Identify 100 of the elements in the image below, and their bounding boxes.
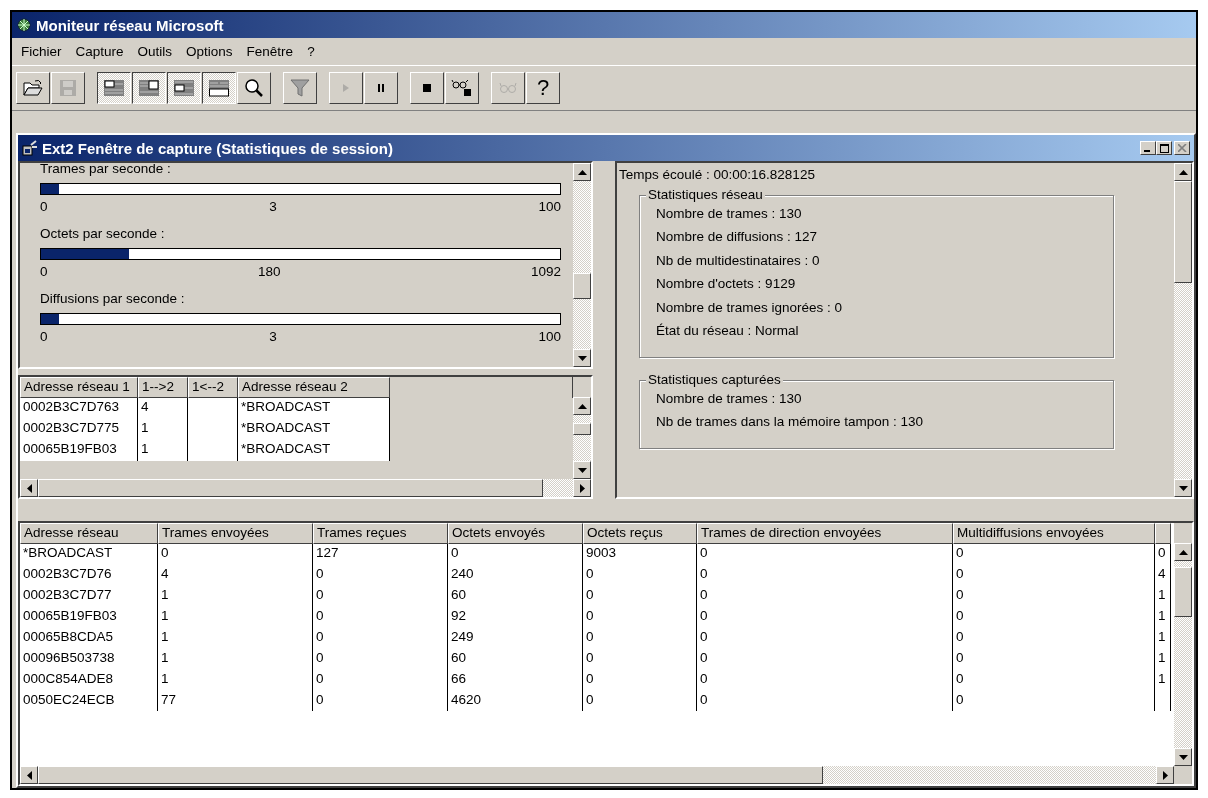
table-cell: 0 (313, 649, 448, 670)
maximize-icon (1159, 143, 1169, 153)
toolbar-button[interactable] (97, 72, 131, 104)
table-cell: 0002B3C7D77 (20, 586, 158, 607)
pane-layout-icon (208, 79, 230, 97)
scale-label: 0 (40, 329, 48, 344)
table-cell: *BROADCAST (238, 419, 390, 440)
close-button[interactable] (1174, 141, 1190, 155)
scrollbar-thumb[interactable] (38, 766, 823, 784)
scrollbar-thumb[interactable] (573, 423, 591, 435)
table-cell: 4620 (448, 691, 583, 711)
column-header[interactable] (1155, 523, 1171, 544)
scroll-up-button[interactable] (1174, 543, 1192, 561)
scroll-down-button[interactable] (573, 349, 591, 367)
table-cell: 4 (158, 565, 313, 586)
scroll-right-button[interactable] (573, 479, 591, 497)
scale-label: 3 (269, 199, 277, 214)
column-header[interactable]: Adresse réseau (20, 523, 158, 544)
table-cell: 00065B19FB03 (20, 607, 158, 628)
window-title: Moniteur réseau Microsoft (36, 16, 225, 34)
table-cell: 0 (313, 628, 448, 649)
table-cell: 0 (697, 607, 953, 628)
up-arrow-icon (1178, 549, 1188, 555)
maximize-button[interactable] (1156, 141, 1172, 155)
search-icon (244, 78, 264, 98)
up-arrow-icon (577, 169, 587, 175)
column-header[interactable]: Adresse réseau 2 (238, 377, 390, 398)
toolbar-button[interactable] (132, 72, 166, 104)
menu-item[interactable]: Outils (130, 42, 180, 61)
menu-item[interactable]: ? (300, 42, 322, 61)
column-header[interactable]: Adresse réseau 1 (20, 377, 138, 398)
table-cell: 0 (313, 691, 448, 711)
column-header[interactable]: Trames de direction envoyées (697, 523, 953, 544)
column-header[interactable]: Trames reçues (313, 523, 448, 544)
table-cell: 0 (583, 565, 697, 586)
scroll-down-button[interactable] (573, 461, 591, 479)
table-cell: *BROADCAST (238, 398, 390, 419)
right-arrow-icon (1162, 770, 1168, 780)
scale-label: 1092 (530, 264, 561, 279)
toolbar-button[interactable]: ? (526, 72, 560, 104)
table-cell: 60 (448, 586, 583, 607)
capture-window-icon (22, 140, 38, 156)
table-cell: 249 (448, 628, 583, 649)
toolbar-button[interactable] (202, 72, 236, 104)
scroll-up-button[interactable] (573, 163, 591, 181)
pause-icon (376, 83, 386, 93)
scrollbar-thumb[interactable] (573, 273, 591, 299)
scale-label: 100 (538, 199, 561, 214)
left-arrow-icon (26, 483, 32, 493)
toolbar-button[interactable] (167, 72, 201, 104)
table-cell: 0 (697, 628, 953, 649)
statistic-text: Nombre de trames : 130 (656, 204, 803, 223)
column-header[interactable]: 1-->2 (138, 377, 188, 398)
column-header[interactable]: Multidiffusions envoyées (953, 523, 1155, 544)
play-icon (341, 82, 351, 94)
menu-item[interactable]: Capture (68, 42, 131, 61)
table-cell: 0 (313, 670, 448, 691)
minimize-button[interactable] (1140, 141, 1156, 155)
scroll-down-button[interactable] (1174, 748, 1192, 766)
gauge-label: Octets par seconde : (40, 226, 166, 243)
scrollbar-thumb[interactable] (1174, 181, 1192, 283)
statistic-text: Nombre d'octets : 9129 (656, 275, 797, 293)
scroll-right-button[interactable] (1156, 766, 1174, 784)
menu-item[interactable]: Fichier (14, 42, 69, 61)
column-header[interactable]: Octets envoyés (448, 523, 583, 544)
table-cell: 0 (583, 607, 697, 628)
scale-label: 100 (538, 329, 561, 344)
column-header[interactable]: 1<--2 (188, 377, 238, 398)
table-cell: 240 (448, 565, 583, 586)
menu-item[interactable]: Options (179, 42, 240, 61)
table-cell: 77 (158, 691, 313, 711)
menu-item[interactable]: Fenêtre (239, 42, 301, 61)
table-cell: 0 (583, 670, 697, 691)
table-cell: 4 (1155, 565, 1171, 586)
scale-label: 3 (269, 329, 277, 344)
scroll-left-button[interactable] (20, 479, 38, 497)
filter-icon (290, 78, 310, 98)
table-cell: 1 (138, 419, 188, 440)
column-header[interactable]: Octets reçus (583, 523, 697, 544)
pane-layout-icon (138, 79, 160, 97)
scroll-down-button[interactable] (1174, 479, 1192, 497)
scrollbar-thumb[interactable] (38, 479, 543, 497)
table-cell: *BROADCAST (20, 544, 158, 565)
statistic-text: Nb de multidestinataires : 0 (656, 251, 821, 270)
up-arrow-icon (577, 403, 587, 409)
table-cell: 60 (448, 649, 583, 670)
column-header[interactable]: Trames envoyées (158, 523, 313, 544)
statistic-text: Nombre de diffusions : 127 (656, 228, 819, 246)
scrollbar-thumb[interactable] (1174, 567, 1192, 617)
scroll-up-button[interactable] (573, 397, 591, 415)
table-cell: 0002B3C7D76 (20, 565, 158, 586)
window-title: Ext2 Fenêtre de capture (Statistiques de session) (42, 139, 394, 157)
scroll-left-button[interactable] (20, 766, 38, 784)
table-cell: 0 (313, 565, 448, 586)
table-cell: 92 (448, 607, 583, 628)
statistic-text: État du réseau : Normal (656, 322, 800, 340)
gauge-label: Diffusions par seconde : (40, 291, 186, 308)
scroll-up-button[interactable] (1174, 163, 1192, 181)
table-cell: 66 (448, 670, 583, 691)
pane-layout-icon (173, 79, 195, 97)
